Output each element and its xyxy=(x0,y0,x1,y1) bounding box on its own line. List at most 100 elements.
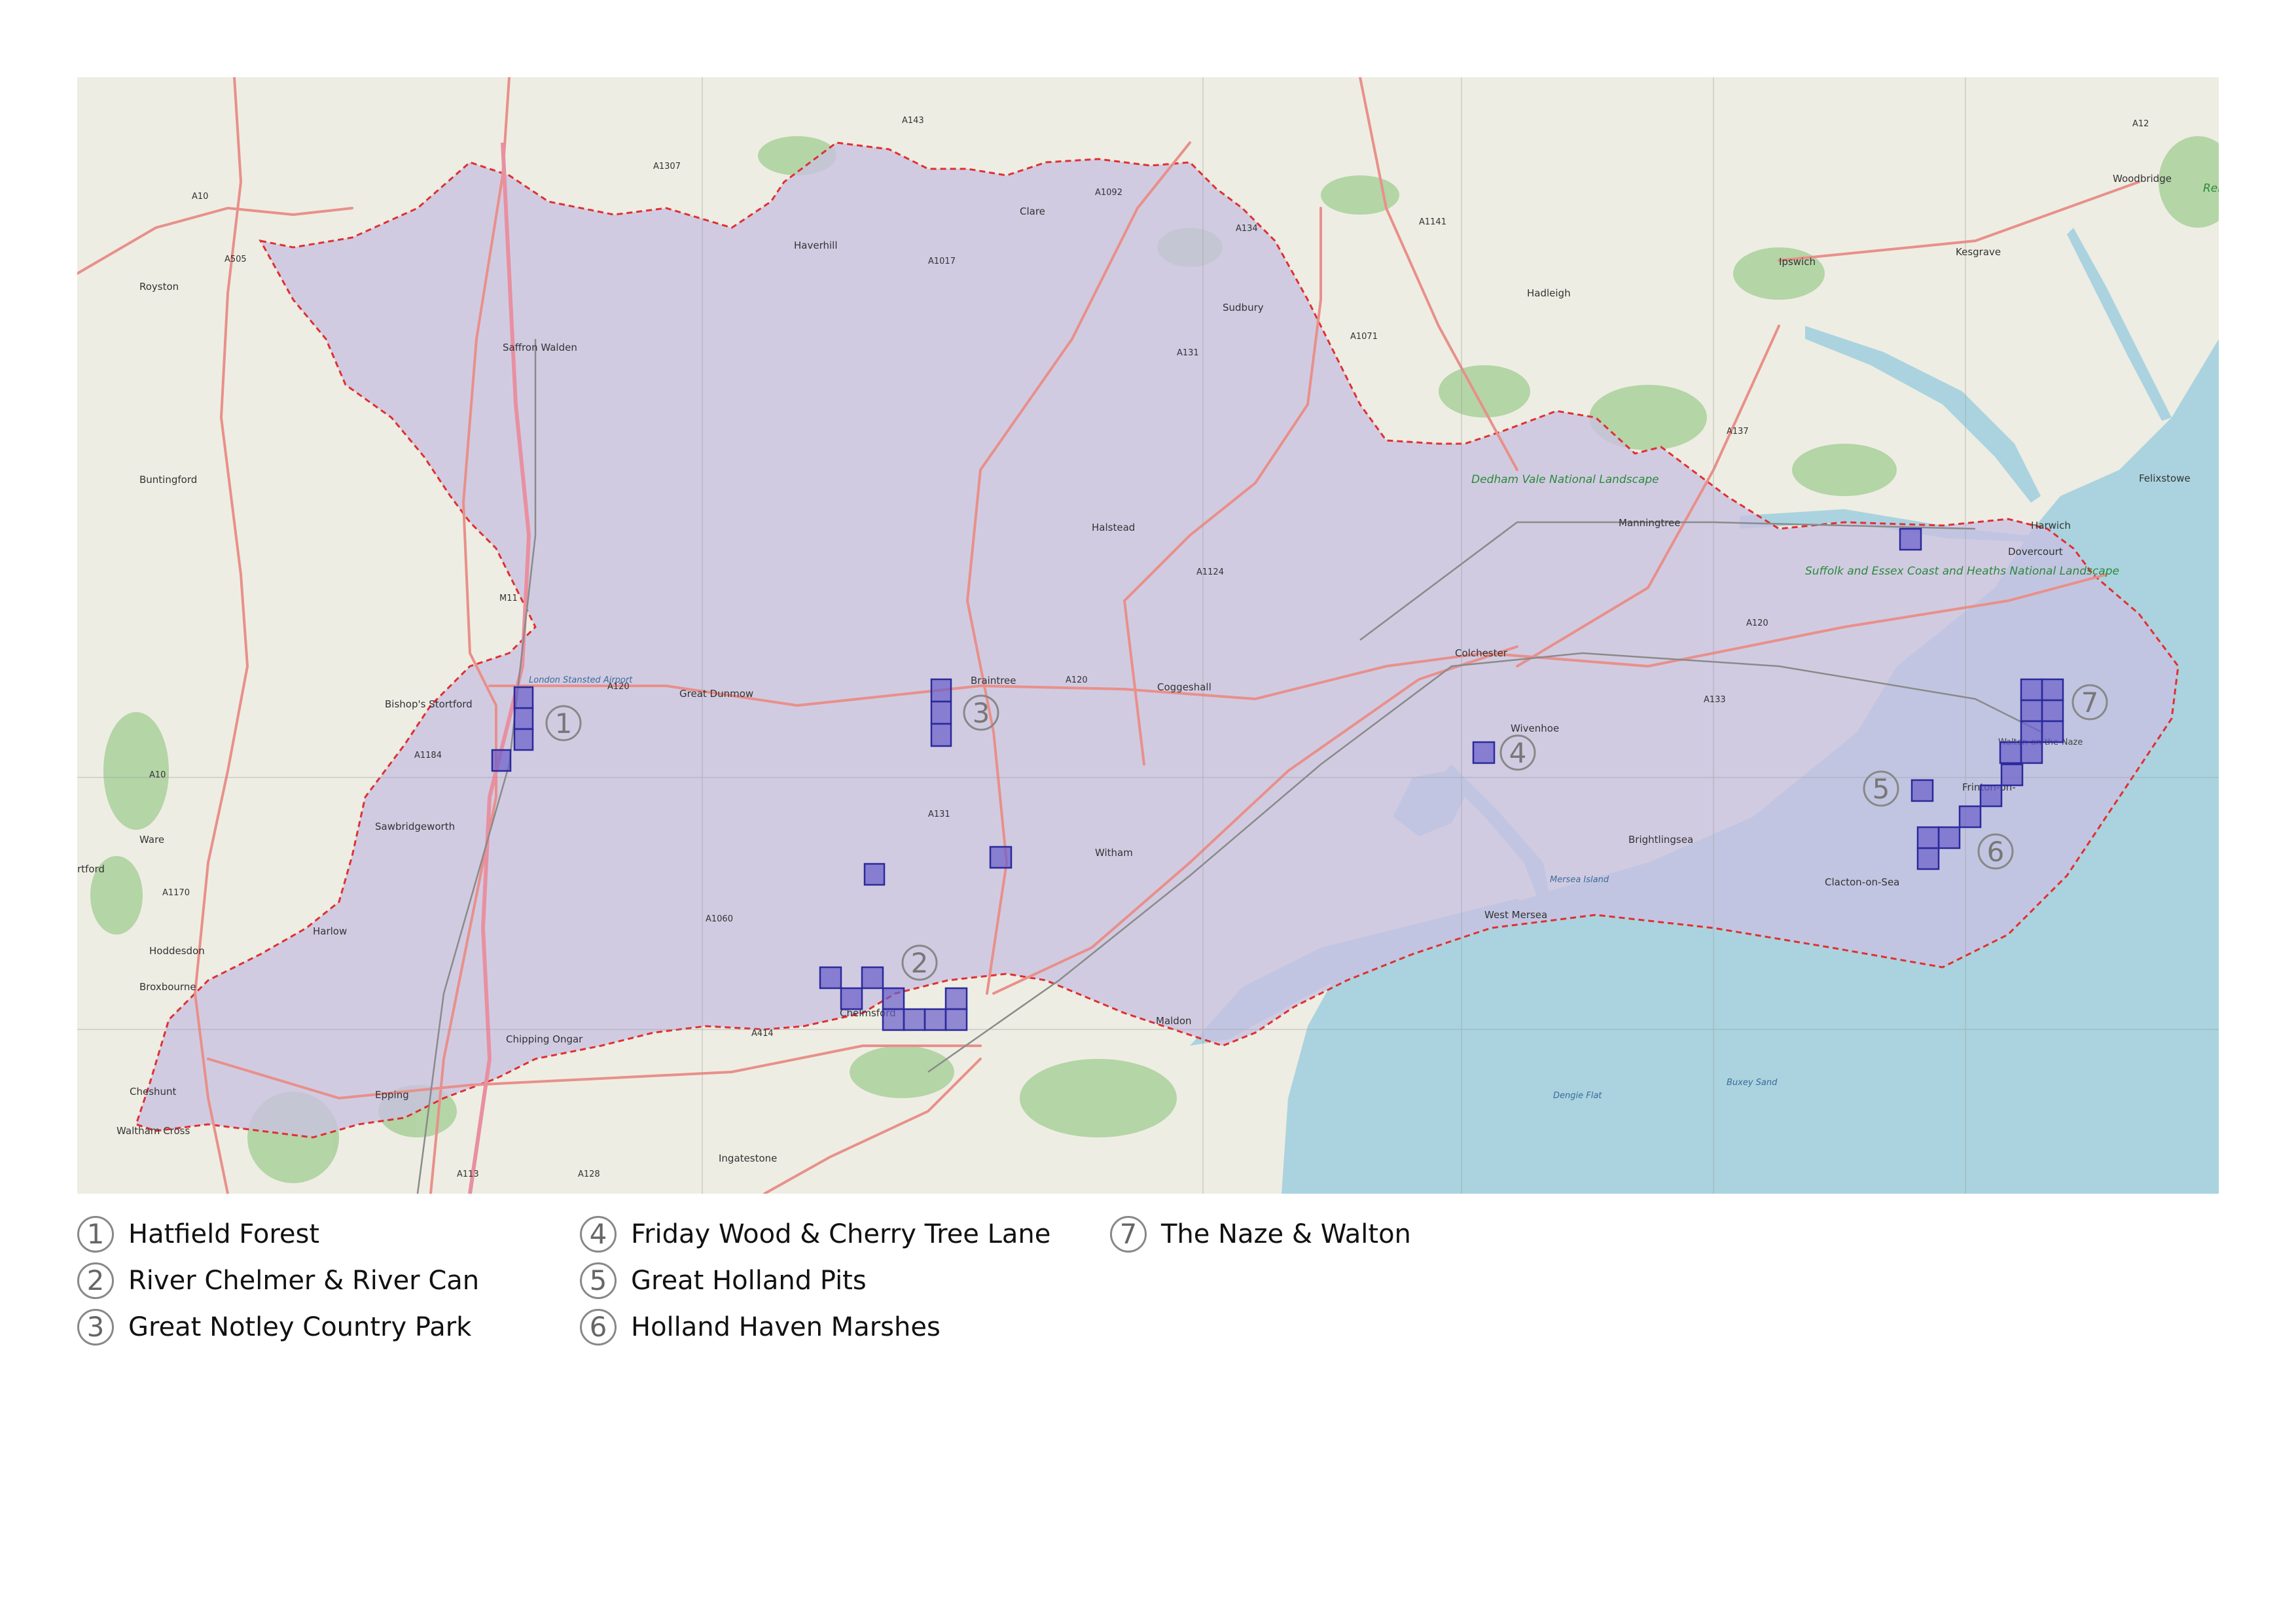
label-maldon: Maldon xyxy=(1156,1015,1192,1027)
legend-item-3: 3 Great Notley Country Park xyxy=(77,1304,479,1350)
road-label-a12: A12 xyxy=(2132,119,2149,129)
legend-label-2: River Chelmer & River Can xyxy=(128,1265,480,1296)
legend-item-2: 2 River Chelmer & River Can xyxy=(77,1257,479,1304)
label-clare: Clare xyxy=(1020,205,1045,217)
label-hertford: rtford xyxy=(77,863,105,875)
label-rendlesham: Rend xyxy=(2203,182,2219,195)
label-royston: Royston xyxy=(139,281,179,293)
road-label-a1060: A1060 xyxy=(706,914,733,924)
label-dovercourt: Dovercourt xyxy=(2008,546,2063,558)
legend-item-1: 1 Hatfield Forest xyxy=(77,1211,479,1257)
road-label-a131-south: A131 xyxy=(928,810,950,819)
label-braintree: Braintree xyxy=(971,675,1016,687)
road-label-a134: A134 xyxy=(1236,224,1258,234)
legend-label-4: Friday Wood & Cherry Tree Lane xyxy=(631,1219,1051,1249)
label-ingatestone: Ingatestone xyxy=(719,1152,777,1164)
label-hadleigh: Hadleigh xyxy=(1527,287,1571,299)
road-label-m11: M11 xyxy=(499,594,518,603)
label-woodbridge: Woodbridge xyxy=(2113,173,2172,185)
label-haverhill: Haverhill xyxy=(794,240,838,251)
label-harlow: Harlow xyxy=(313,925,347,937)
label-epping: Epping xyxy=(375,1089,409,1101)
road-label-a128: A128 xyxy=(578,1169,600,1179)
road-label-a120-mid: A120 xyxy=(1066,675,1088,685)
label-wivenhoe: Wivenhoe xyxy=(1511,722,1559,734)
legend-number-3: 3 xyxy=(77,1308,114,1346)
svg-text:7: 7 xyxy=(2081,687,2099,719)
label-waltham-cross: Waltham Cross xyxy=(117,1125,190,1137)
road-label-a1141: A1141 xyxy=(1419,217,1446,227)
road-label-a10-south: A10 xyxy=(149,770,166,780)
legend-number-2: 2 xyxy=(77,1262,114,1299)
legend-number-1: 1 xyxy=(77,1215,114,1253)
label-kesgrave: Kesgrave xyxy=(1956,246,2001,258)
label-suffolk-coast: Suffolk and Essex Coast and Heaths Natio… xyxy=(1805,565,2119,578)
svg-text:1: 1 xyxy=(555,707,573,740)
legend-label-1: Hatfield Forest xyxy=(128,1219,320,1249)
label-saffron-walden: Saffron Walden xyxy=(503,342,577,353)
legend-item-4: 4 Friday Wood & Cherry Tree Lane xyxy=(580,1211,1050,1257)
road-label-a1071: A1071 xyxy=(1350,332,1378,342)
map-legend: 1 Hatfield Forest 2 River Chelmer & Rive… xyxy=(77,1211,1517,1368)
label-broxbourne: Broxbourne xyxy=(139,981,196,993)
legend-number-5: 5 xyxy=(580,1262,617,1299)
label-coggeshall: Coggeshall xyxy=(1157,681,1211,693)
label-buntingford: Buntingford xyxy=(139,474,197,486)
label-felixstowe: Felixstowe xyxy=(2139,473,2191,484)
legend-item-6: 6 Holland Haven Marshes xyxy=(580,1304,1050,1350)
legend-item-5: 5 Great Holland Pits xyxy=(580,1257,1050,1304)
road-label-a120-west: A120 xyxy=(607,682,630,692)
label-bishops-stortford: Bishop's Stortford xyxy=(385,698,473,710)
svg-text:4: 4 xyxy=(1509,737,1527,769)
label-colchester: Colchester xyxy=(1455,647,1508,659)
label-manningtree: Manningtree xyxy=(1619,517,1681,529)
label-clacton: Clacton-on-Sea xyxy=(1825,876,1899,888)
label-chipping-ongar: Chipping Ongar xyxy=(506,1033,583,1045)
road-label-a1092: A1092 xyxy=(1095,188,1122,198)
road-label-a1124: A1124 xyxy=(1196,567,1224,577)
svg-text:2: 2 xyxy=(911,947,929,979)
legend-label-3: Great Notley Country Park xyxy=(128,1311,472,1342)
legend-number-4: 4 xyxy=(580,1215,617,1253)
road-label-a143: A143 xyxy=(902,116,924,126)
label-dengie-flat: Dengie Flat xyxy=(1553,1091,1602,1101)
svg-text:6: 6 xyxy=(1987,836,2005,868)
label-west-mersea: West Mersea xyxy=(1484,909,1547,921)
road-label-a133: A133 xyxy=(1704,695,1726,705)
road-label-a1184: A1184 xyxy=(414,751,442,760)
legend-label-5: Great Holland Pits xyxy=(631,1265,867,1296)
legend-column-3: 7 The Naze & Walton xyxy=(1110,1211,1411,1257)
basemap: Royston Buntingford Bishop's Stortford S… xyxy=(77,77,2219,1194)
label-buxey-sand: Buxey Sand xyxy=(1727,1078,1778,1088)
legend-item-7: 7 The Naze & Walton xyxy=(1110,1211,1411,1257)
road-label-a1017: A1017 xyxy=(928,257,956,266)
legend-label-7: The Naze & Walton xyxy=(1161,1219,1411,1249)
road-label-a113: A113 xyxy=(457,1169,479,1179)
label-mersea-island: Mersea Island xyxy=(1550,875,1609,885)
svg-text:3: 3 xyxy=(973,697,990,729)
legend-number-7: 7 xyxy=(1110,1215,1147,1253)
label-halstead: Halstead xyxy=(1092,522,1135,533)
road-label-a131-north: A131 xyxy=(1177,348,1199,358)
road-label-a1307: A1307 xyxy=(653,162,681,171)
label-sawbridgeworth: Sawbridgeworth xyxy=(375,821,455,832)
label-witham: Witham xyxy=(1095,847,1133,859)
label-sudbury: Sudbury xyxy=(1223,302,1264,313)
road-label-a505: A505 xyxy=(224,255,247,264)
label-great-dunmow: Great Dunmow xyxy=(679,688,753,700)
road-label-a1170: A1170 xyxy=(162,888,190,898)
label-dedham-vale: Dedham Vale National Landscape xyxy=(1471,473,1659,486)
label-hoddesdon: Hoddesdon xyxy=(149,945,205,957)
label-ipswich: Ipswich xyxy=(1779,256,1816,268)
road-label-a10-north: A10 xyxy=(192,192,208,202)
road-label-a137: A137 xyxy=(1727,427,1749,437)
label-harwich: Harwich xyxy=(2031,520,2071,531)
label-ware: Ware xyxy=(139,834,164,846)
legend-column-2: 4 Friday Wood & Cherry Tree Lane 5 Great… xyxy=(580,1211,1050,1350)
legend-label-6: Holland Haven Marshes xyxy=(631,1311,941,1342)
label-cheshunt: Cheshunt xyxy=(130,1086,177,1097)
label-brightlingsea: Brightlingsea xyxy=(1628,834,1693,846)
legend-column-1: 1 Hatfield Forest 2 River Chelmer & Rive… xyxy=(77,1211,479,1350)
road-label-a120-east: A120 xyxy=(1746,618,1768,628)
legend-number-6: 6 xyxy=(580,1308,617,1346)
